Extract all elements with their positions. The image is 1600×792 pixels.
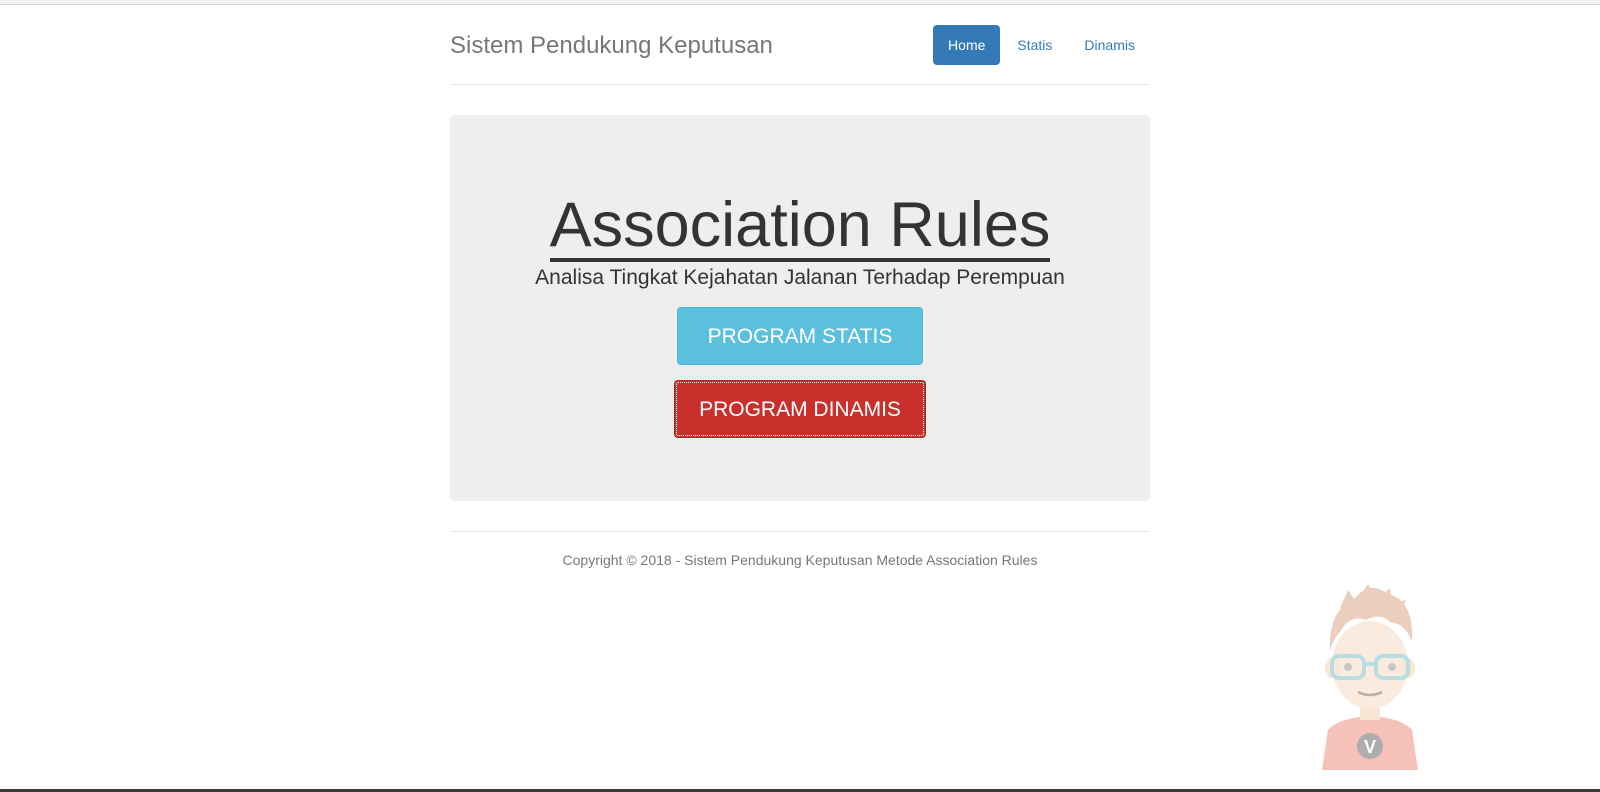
footer-copyright: Copyright © 2018 - Sistem Pendukung Kepu… [562,552,1038,568]
brand-title: Sistem Pendukung Keputusan [450,32,773,59]
page-title-text: Association Rules [549,190,1051,262]
mascot-graphic: V [1322,584,1418,770]
nav-statis[interactable]: Statis [1002,25,1067,65]
page-title: Association Rules [450,185,1150,265]
nav-dinamis[interactable]: Dinamis [1069,25,1150,65]
header: Sistem Pendukung Keputusan Home Statis D… [450,0,1150,85]
program-statis-button[interactable]: PROGRAM STATIS [677,307,923,365]
program-dinamis-button[interactable]: PROGRAM DINAMIS [674,380,926,438]
page-subtitle: Analisa Tingkat Kejahatan Jalanan Terhad… [535,266,1065,289]
top-nav: Home Statis Dinamis [933,25,1150,65]
mascot-icon[interactable]: V [1310,580,1430,770]
jumbotron: Association Rules Analisa Tingkat Kejaha… [450,115,1150,501]
mascot-badge-letter: V [1364,737,1376,757]
nav-home[interactable]: Home [933,25,1001,65]
footer: Copyright © 2018 - Sistem Pendukung Kepu… [450,531,1150,568]
page-container: Sistem Pendukung Keputusan Home Statis D… [450,0,1150,568]
